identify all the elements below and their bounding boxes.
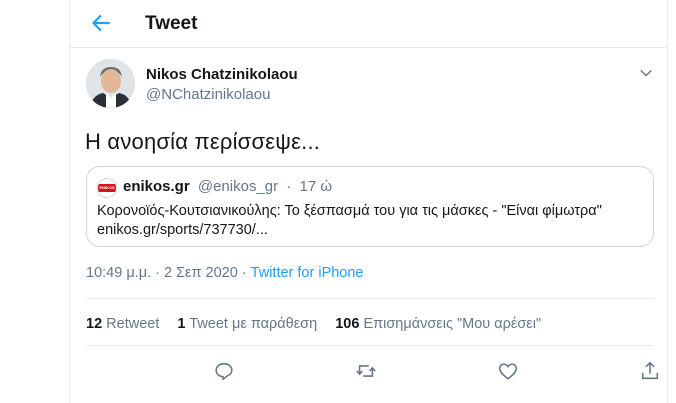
retweet-count-label: Retweet bbox=[106, 316, 160, 332]
tweet-timestamp: 10:49 μ.μ. · 2 Σεπ 2020 · Twitter for iP… bbox=[86, 265, 364, 281]
reply-icon bbox=[215, 362, 233, 381]
like-count[interactable]: 106 Επισημάνσεις "Μου αρέσει" bbox=[335, 316, 541, 332]
tweet-column: Tweet Nikos Chatzinikolaou @NChatzinikol… bbox=[69, 0, 668, 403]
page-title: Tweet bbox=[145, 13, 198, 34]
quoted-text: Κορονοϊός-Κουτσιανικούλης: Το ξέσπασμά τ… bbox=[97, 202, 602, 240]
avatar-image bbox=[86, 59, 135, 108]
quoted-header: enikos.gr @enikos_gr · 17 ώ bbox=[123, 178, 332, 195]
tweet-actions bbox=[86, 360, 659, 386]
retweet-count[interactable]: 12 Retweet bbox=[86, 316, 159, 332]
enikos-logo: ENIKOS bbox=[98, 184, 116, 192]
quote-tweet-count[interactable]: 1 Tweet με παράθεση bbox=[177, 316, 317, 332]
quote-count-value: 1 bbox=[177, 316, 186, 332]
chevron-down-icon bbox=[640, 69, 652, 77]
engagement-stats: 12 Retweet 1 Tweet με παράθεση 106 Επιση… bbox=[86, 316, 555, 332]
retweet-count-value: 12 bbox=[86, 316, 103, 332]
more-options-button[interactable] bbox=[637, 64, 655, 82]
author-handle[interactable]: @NChatzinikolaou bbox=[146, 86, 270, 103]
reply-button[interactable] bbox=[213, 360, 239, 386]
quoted-author-name: enikos.gr bbox=[123, 178, 190, 195]
tweet-text: Η ανοησία περίσσεψε... bbox=[85, 129, 321, 154]
share-icon bbox=[641, 361, 659, 380]
quoted-tweet-card[interactable]: ENIKOS enikos.gr @enikos_gr · 17 ώ Κορον… bbox=[86, 166, 654, 247]
author-name[interactable]: Nikos Chatzinikolaou bbox=[146, 66, 298, 83]
quote-count-label: Tweet με παράθεση bbox=[189, 316, 318, 332]
author-avatar[interactable] bbox=[86, 59, 135, 108]
quoted-separator: · bbox=[286, 178, 292, 195]
page-header: Tweet bbox=[70, 0, 667, 48]
like-count-value: 106 bbox=[335, 316, 360, 332]
quoted-age: 17 ώ bbox=[299, 178, 333, 195]
share-button[interactable] bbox=[639, 360, 665, 386]
divider bbox=[86, 298, 654, 299]
like-button[interactable] bbox=[497, 360, 523, 386]
retweet-button[interactable] bbox=[355, 360, 381, 386]
source-link[interactable]: Twitter for iPhone bbox=[251, 265, 364, 281]
back-button[interactable] bbox=[88, 10, 114, 36]
quoted-avatar: ENIKOS bbox=[97, 178, 117, 198]
quoted-author-handle: @enikos_gr bbox=[197, 178, 279, 195]
quoted-link: enikos.gr/sports/737730/... bbox=[97, 222, 268, 238]
retweet-icon bbox=[356, 365, 376, 377]
quoted-text-line: Κορονοϊός-Κουτσιανικούλης: Το ξέσπασμά τ… bbox=[97, 203, 602, 219]
like-count-label: Επισημάνσεις "Μου αρέσει" bbox=[363, 316, 542, 332]
heart-icon bbox=[498, 363, 518, 380]
divider bbox=[86, 345, 654, 346]
arrow-left-icon bbox=[91, 14, 110, 32]
timestamp-text[interactable]: 10:49 μ.μ. · 2 Σεπ 2020 · bbox=[86, 265, 251, 281]
